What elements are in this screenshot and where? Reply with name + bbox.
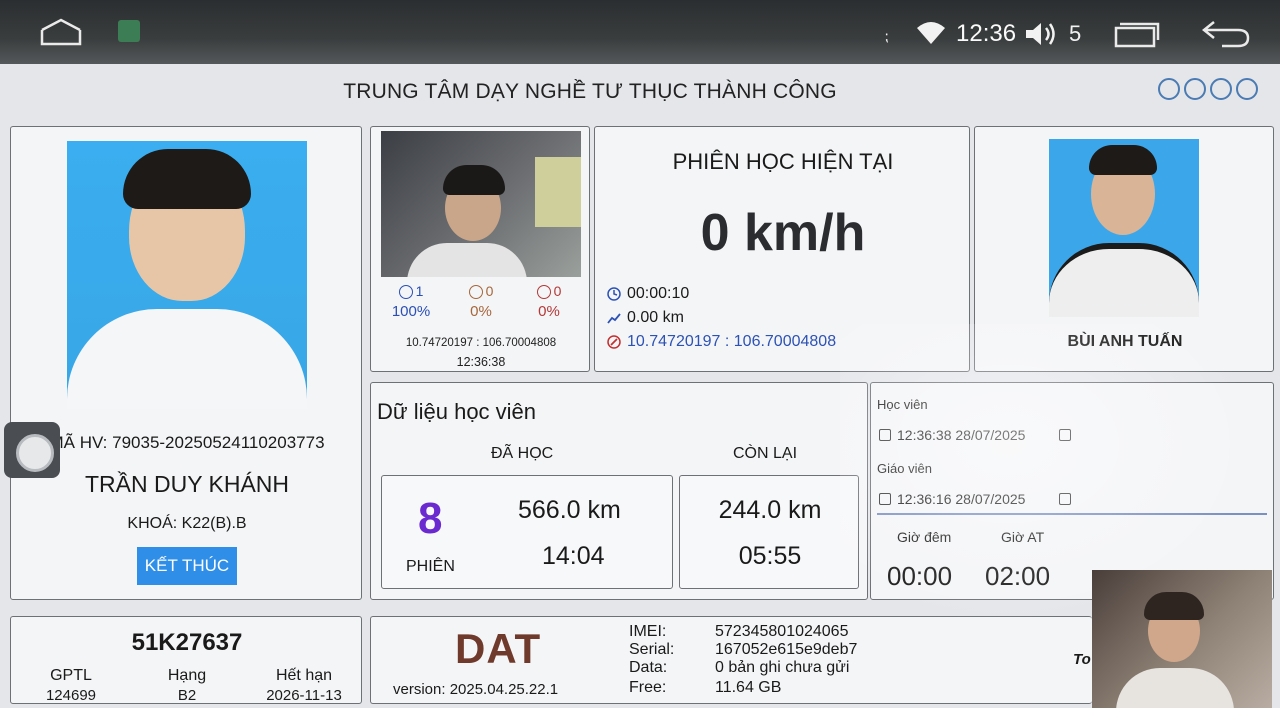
driver-camera-image (381, 131, 581, 277)
student-id: MÃ HV: 79035-20250524110203773 (49, 433, 325, 452)
night-hours-label: Giờ đêm (897, 529, 952, 545)
gptl-label: GPTL (50, 667, 92, 684)
night-hours-value: 00:00 (887, 561, 953, 591)
remaining-header: CÒN LẠI (733, 445, 798, 462)
gps-icon (1158, 78, 1180, 100)
notification-dot-icon: ⁏ (884, 28, 889, 44)
data-label: Data: (629, 659, 668, 676)
student-name: TRẦN DUY KHÁNH (84, 471, 290, 497)
gptl-value: 124699 (45, 687, 97, 704)
face-warning-stat: 0 0% (468, 283, 494, 321)
expiry-value: 2026-11-13 (266, 687, 342, 704)
top-status-icons (1158, 78, 1268, 102)
clock-icon (607, 287, 621, 301)
volume-level: 5 (1069, 21, 1082, 46)
floating-assistive-button[interactable] (4, 422, 60, 478)
app-version: version: 2025.04.25.22.1 (393, 681, 559, 698)
vehicle-card: 51K27637 GPTL Hạng Hết hạn 124699 B2 202… (10, 616, 362, 704)
session-title: PHIÊN HỌC HIỆN TẠI (672, 149, 894, 174)
wifi-icon (917, 22, 945, 44)
dat-logo: DAT (455, 625, 542, 672)
student-card: MÃ HV: 79035-20250524110203773 TRẦN DUY … (10, 126, 362, 600)
imei-value: 572345801024065 (715, 623, 849, 640)
student-photo (67, 141, 307, 409)
back-icon[interactable] (1200, 18, 1252, 48)
session-count-label: PHIÊN (406, 558, 455, 575)
login-icon (879, 493, 891, 505)
driver-camera-card: 1 100% 0 0% 0 0% 10.74720197 : 106.70004… (370, 126, 590, 372)
class-value: B2 (177, 687, 197, 704)
data-value: 0 bản ghi chưa gửi (715, 659, 850, 676)
camera-time: 12:36:38 (456, 355, 506, 369)
main-screen: TRUNG TÂM DẠY NGHỀ TƯ THỤC THÀNH CÔNG MÃ… (0, 64, 1280, 708)
vehicle-plate: 51K27637 (131, 629, 243, 656)
login-times-card: Học viên 12:36:38 28/07/2025 Giáo viên 1… (870, 382, 1274, 600)
student-login-time: 12:36:38 28/07/2025 (879, 427, 1072, 443)
device-info-card: DAT version: 2025.04.25.22.1 IMEI: 57234… (370, 616, 1092, 704)
compass-icon (607, 335, 621, 349)
student-data-title: Dữ liệu học viên (377, 399, 537, 424)
remaining-time: 05:55 (738, 542, 802, 570)
home-icon[interactable] (38, 18, 84, 46)
recents-icon[interactable] (1112, 20, 1160, 48)
done-time: 14:04 (542, 542, 605, 570)
imei-label: IMEI: (629, 623, 667, 640)
login-icon (879, 429, 891, 441)
camera-icon (1210, 78, 1232, 100)
session-count: 8 (418, 494, 443, 543)
app-icon[interactable] (118, 20, 140, 42)
camera-coords: 10.74720197 : 106.70004808 (405, 337, 557, 349)
volume-icon[interactable] (1024, 20, 1058, 48)
expiry-label: Hết hạn (275, 667, 333, 684)
logout-icon[interactable] (1059, 429, 1072, 441)
session-speed: 0 km/h (700, 204, 866, 262)
session-duration: 00:00:10 (607, 285, 689, 303)
remaining-distance: 244.0 km (718, 496, 822, 524)
teacher-login-label: Giáo viên (877, 461, 932, 476)
sad-icon (468, 285, 483, 300)
divider (877, 513, 1267, 515)
class-label: Hạng (167, 667, 207, 684)
done-distance: 566.0 km (518, 496, 621, 524)
auto-hours-label: Giờ AT (1001, 529, 1045, 545)
mini-camera-preview[interactable] (1092, 570, 1272, 708)
student-course: KHOÁ: K22(B).B (127, 515, 247, 532)
database-icon (1236, 78, 1258, 100)
teacher-name: BÙI ANH TUẤN (1067, 333, 1183, 350)
status-bar: ⁏ 12:36 5 (0, 0, 1280, 64)
logout-icon[interactable] (1059, 493, 1072, 505)
free-label: Free: (629, 679, 667, 696)
trend-icon (607, 313, 621, 324)
teacher-card: BÙI ANH TUẤN (974, 126, 1274, 372)
teacher-photo (1049, 139, 1199, 317)
session-distance: 0.00 km (607, 309, 684, 327)
current-session-card: PHIÊN HỌC HIỆN TẠI 0 km/h 00:00:10 0.00 … (594, 126, 970, 372)
truncated-label: To (1073, 651, 1091, 668)
center-title: TRUNG TÂM DẠY NGHỀ TƯ THỤC THÀNH CÔNG (343, 80, 837, 103)
face-match-stat: 1 100% (391, 283, 431, 321)
session-coords: 10.74720197 : 106.70004808 (607, 333, 836, 351)
face-fail-stat: 0 0% (536, 283, 562, 321)
end-session-button[interactable]: KẾT THÚC (137, 547, 237, 585)
remaining-box: 244.0 km 05:55 (679, 475, 859, 589)
clock: 12:36 (956, 20, 1017, 47)
student-data-card: Dữ liệu học viên ĐÃ HỌC CÒN LẠI 8 PHIÊN … (370, 382, 868, 600)
serial-value: 167052e615e9deb7 (715, 641, 858, 658)
student-login-label: Học viên (877, 397, 928, 412)
auto-hours-value: 02:00 (985, 561, 1051, 591)
done-header: ĐÃ HỌC (491, 445, 554, 462)
free-value: 11.64 GB (715, 679, 782, 696)
teacher-login-time: 12:36:16 28/07/2025 (879, 491, 1072, 507)
globe-icon (1184, 78, 1206, 100)
fail-icon (536, 285, 551, 300)
done-box: 8 PHIÊN 566.0 km 14:04 (381, 475, 673, 589)
serial-label: Serial: (629, 641, 675, 658)
smile-icon (398, 285, 413, 300)
